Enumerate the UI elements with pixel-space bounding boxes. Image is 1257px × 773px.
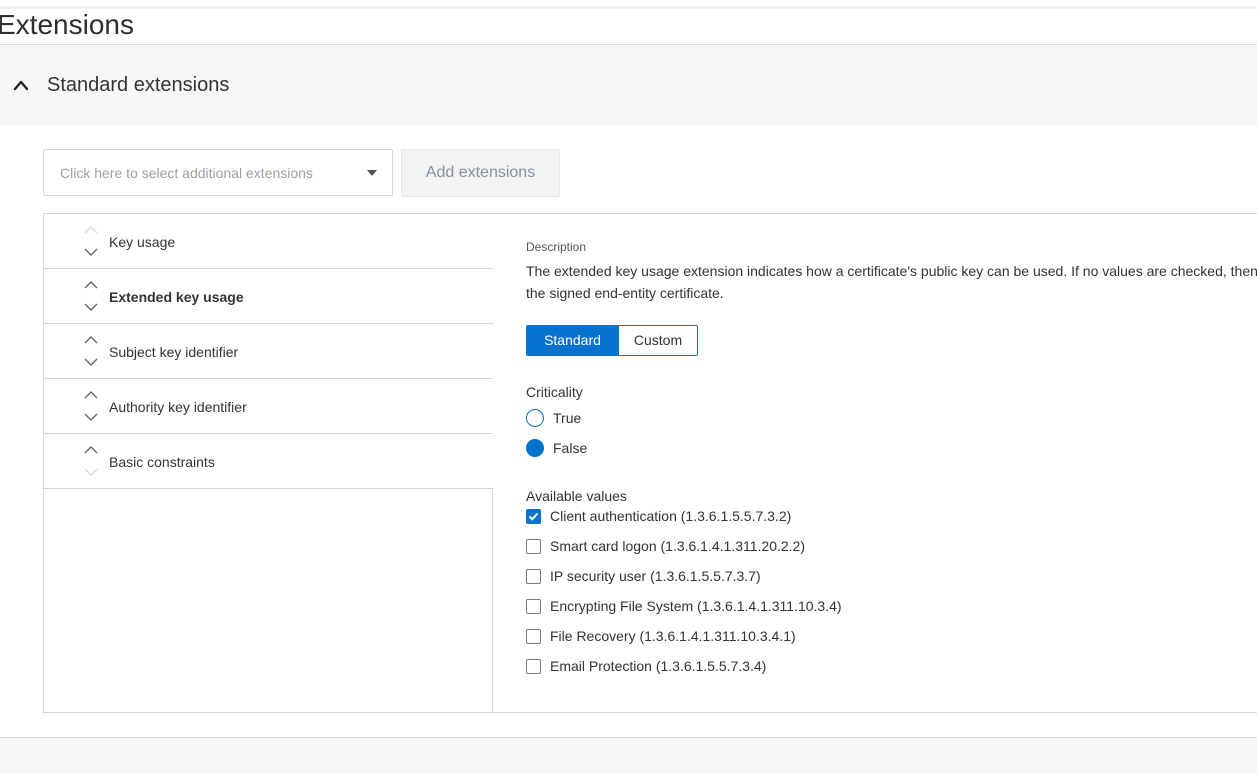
value-smart-card-logon[interactable]: Smart card logon (1.3.6.1.4.1.311.20.2.2… — [526, 536, 805, 556]
checkmark-icon — [528, 512, 539, 521]
criticality-true-option[interactable]: True — [526, 408, 581, 428]
custom-toggle-button[interactable]: Custom — [618, 326, 697, 355]
extension-list: Key usage Extended key usage Subject key… — [44, 214, 494, 713]
chevron-up-icon[interactable] — [13, 79, 29, 91]
checkbox[interactable] — [526, 538, 541, 554]
extension-item-label: Extended key usage — [109, 289, 244, 305]
extension-item-key-usage[interactable]: Key usage — [44, 214, 493, 269]
extension-item-label: Key usage — [109, 234, 176, 250]
criticality-true-radio[interactable] — [526, 409, 544, 427]
extension-select-placeholder: Click here to select additional extensio… — [60, 165, 313, 181]
checkbox[interactable] — [526, 568, 541, 584]
checkbox-label: Encrypting File System (1.3.6.1.4.1.311.… — [550, 598, 842, 614]
checkbox[interactable] — [526, 658, 541, 674]
description-label: Description — [526, 240, 587, 254]
checkbox[interactable] — [526, 628, 541, 644]
value-email-protection[interactable]: Email Protection (1.3.6.1.5.5.7.3.4) — [526, 656, 766, 676]
extension-select[interactable]: Click here to select additional extensio… — [43, 149, 393, 196]
checkbox-label: Client authentication (1.3.6.1.5.5.7.3.2… — [550, 508, 792, 524]
reorder-arrows-icon[interactable] — [84, 446, 98, 476]
extension-item-label: Basic constraints — [109, 454, 215, 470]
extension-item-extended-key-usage[interactable]: Extended key usage — [44, 269, 494, 324]
description-text: The extended key usage extension indicat… — [526, 263, 1257, 301]
footer-band — [0, 738, 1257, 773]
value-client-authentication[interactable]: Client authentication (1.3.6.1.5.5.7.3.2… — [526, 506, 791, 526]
criticality-false-radio[interactable] — [526, 439, 544, 457]
radio-label: True — [553, 410, 582, 426]
checkbox-label: Email Protection (1.3.6.1.5.5.7.3.4) — [550, 658, 767, 674]
extension-item-label: Authority key identifier — [109, 399, 247, 415]
extension-item-basic-constraints[interactable]: Basic constraints — [44, 434, 493, 489]
criticality-label: Criticality — [526, 384, 583, 400]
section-title[interactable]: Standard extensions — [47, 73, 229, 97]
extension-item-label: Subject key identifier — [109, 344, 239, 360]
extension-item-subject-key-identifier[interactable]: Subject key identifier — [44, 324, 493, 379]
value-ip-security-user[interactable]: IP security user (1.3.6.1.5.5.7.3.7) — [526, 566, 761, 586]
reorder-arrows-icon[interactable] — [84, 391, 98, 421]
mode-toggle: Standard Custom — [526, 325, 698, 356]
caret-down-icon — [367, 170, 377, 176]
standard-extensions-header[interactable]: Standard extensions — [0, 45, 1257, 125]
value-encrypting-file-system[interactable]: Encrypting File System (1.3.6.1.4.1.311.… — [526, 596, 842, 616]
radio-label: False — [553, 440, 588, 456]
criticality-false-option[interactable]: False — [526, 438, 587, 458]
checkbox-label: Smart card logon (1.3.6.1.4.1.311.20.2.2… — [550, 538, 806, 554]
checkbox[interactable] — [526, 598, 541, 614]
checkbox[interactable] — [526, 508, 541, 524]
checkbox-label: IP security user (1.3.6.1.5.5.7.3.7) — [550, 568, 761, 584]
reorder-arrows-icon[interactable] — [84, 226, 98, 256]
add-extensions-button[interactable]: Add extensions — [401, 149, 560, 197]
value-file-recovery[interactable]: File Recovery (1.3.6.1.4.1.311.10.3.4.1) — [526, 626, 796, 646]
reorder-arrows-icon[interactable] — [84, 281, 98, 311]
standard-toggle-button[interactable]: Standard — [527, 326, 618, 355]
extensions-panel: Key usage Extended key usage Subject key… — [43, 213, 1257, 713]
extension-item-authority-key-identifier[interactable]: Authority key identifier — [44, 379, 493, 434]
top-divider — [0, 6, 1257, 9]
checkbox-label: File Recovery (1.3.6.1.4.1.311.10.3.4.1) — [550, 628, 796, 644]
page-title: Extensions — [0, 9, 134, 40]
reorder-arrows-icon[interactable] — [84, 336, 98, 366]
extension-details: Description The extended key usage exten… — [526, 214, 1257, 713]
available-values-label: Available values — [526, 488, 627, 504]
